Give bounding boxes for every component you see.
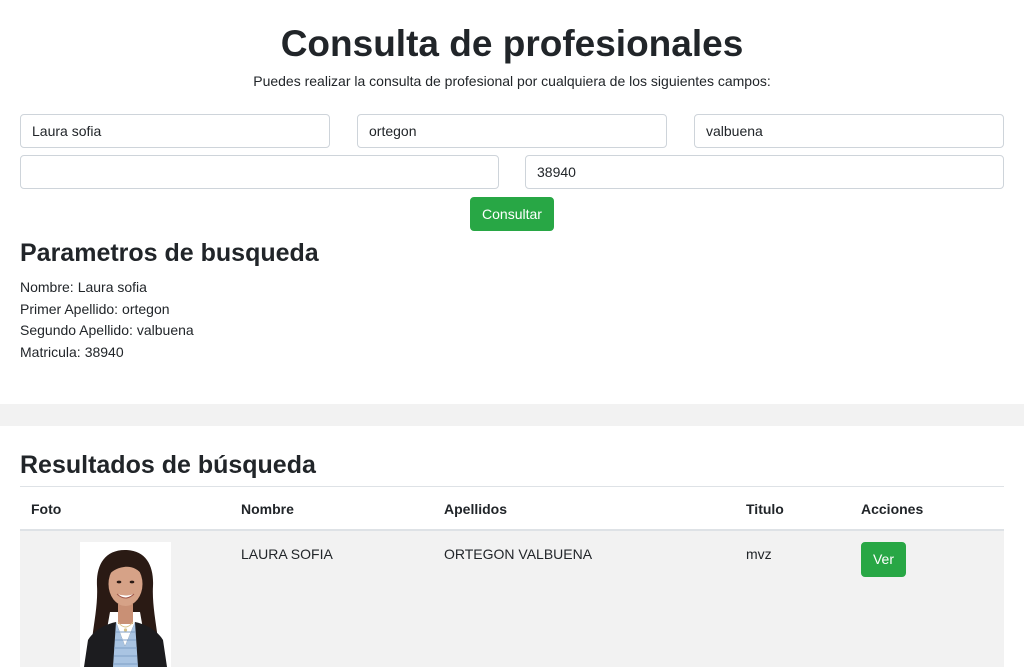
profile-photo-image: [80, 542, 171, 667]
param-value: 38940: [84, 344, 124, 360]
param-label: Primer Apellido:: [20, 301, 119, 317]
primer-apellido-input[interactable]: [357, 114, 667, 148]
param-segundo-apellido: Segundo Apellido: valbuena: [20, 321, 194, 339]
profile-photo: [80, 542, 171, 667]
segundo-apellido-input[interactable]: [694, 114, 1004, 148]
column-header-acciones: Acciones: [861, 501, 924, 517]
ver-button[interactable]: Ver: [861, 542, 906, 577]
column-header-apellidos: Apellidos: [444, 501, 508, 517]
cell-apellidos: ORTEGON VALBUENA: [444, 546, 593, 562]
cell-nombre: LAURA SOFIA: [241, 546, 333, 562]
table-header: Foto Nombre Apellidos Titulo Acciones: [20, 486, 1004, 531]
consultar-button[interactable]: Consultar: [470, 197, 554, 231]
column-header-titulo: Titulo: [746, 501, 784, 517]
page-title: Consulta de profesionales: [280, 23, 744, 64]
param-primer-apellido: Primer Apellido: ortegon: [20, 300, 170, 318]
matricula-input[interactable]: [525, 155, 1004, 189]
param-value: valbuena: [136, 322, 194, 338]
param-value: ortegon: [122, 301, 170, 317]
table-row: LAURA SOFIA ORTEGON VALBUENA mvz Ver: [20, 531, 1004, 667]
param-label: Segundo Apellido:: [20, 322, 133, 338]
nombre-input[interactable]: [20, 114, 330, 148]
documento-input[interactable]: [20, 155, 499, 189]
param-label: Nombre:: [20, 279, 74, 295]
params-title: Parametros de busqueda: [20, 239, 319, 267]
param-label: Matricula:: [20, 344, 81, 360]
search-section: Consulta de profesionales Puedes realiza…: [0, 0, 1024, 404]
results-title: Resultados de búsqueda: [20, 451, 316, 479]
column-header-foto: Foto: [31, 501, 62, 517]
section-divider: [0, 404, 1024, 426]
page-subtitle: Puedes realizar la consulta de profesion…: [253, 73, 771, 89]
param-value: Laura sofia: [77, 279, 147, 295]
column-header-nombre: Nombre: [241, 501, 294, 517]
param-matricula: Matricula: 38940: [20, 343, 124, 361]
param-nombre: Nombre: Laura sofia: [20, 278, 147, 296]
cell-titulo: mvz: [746, 546, 772, 562]
